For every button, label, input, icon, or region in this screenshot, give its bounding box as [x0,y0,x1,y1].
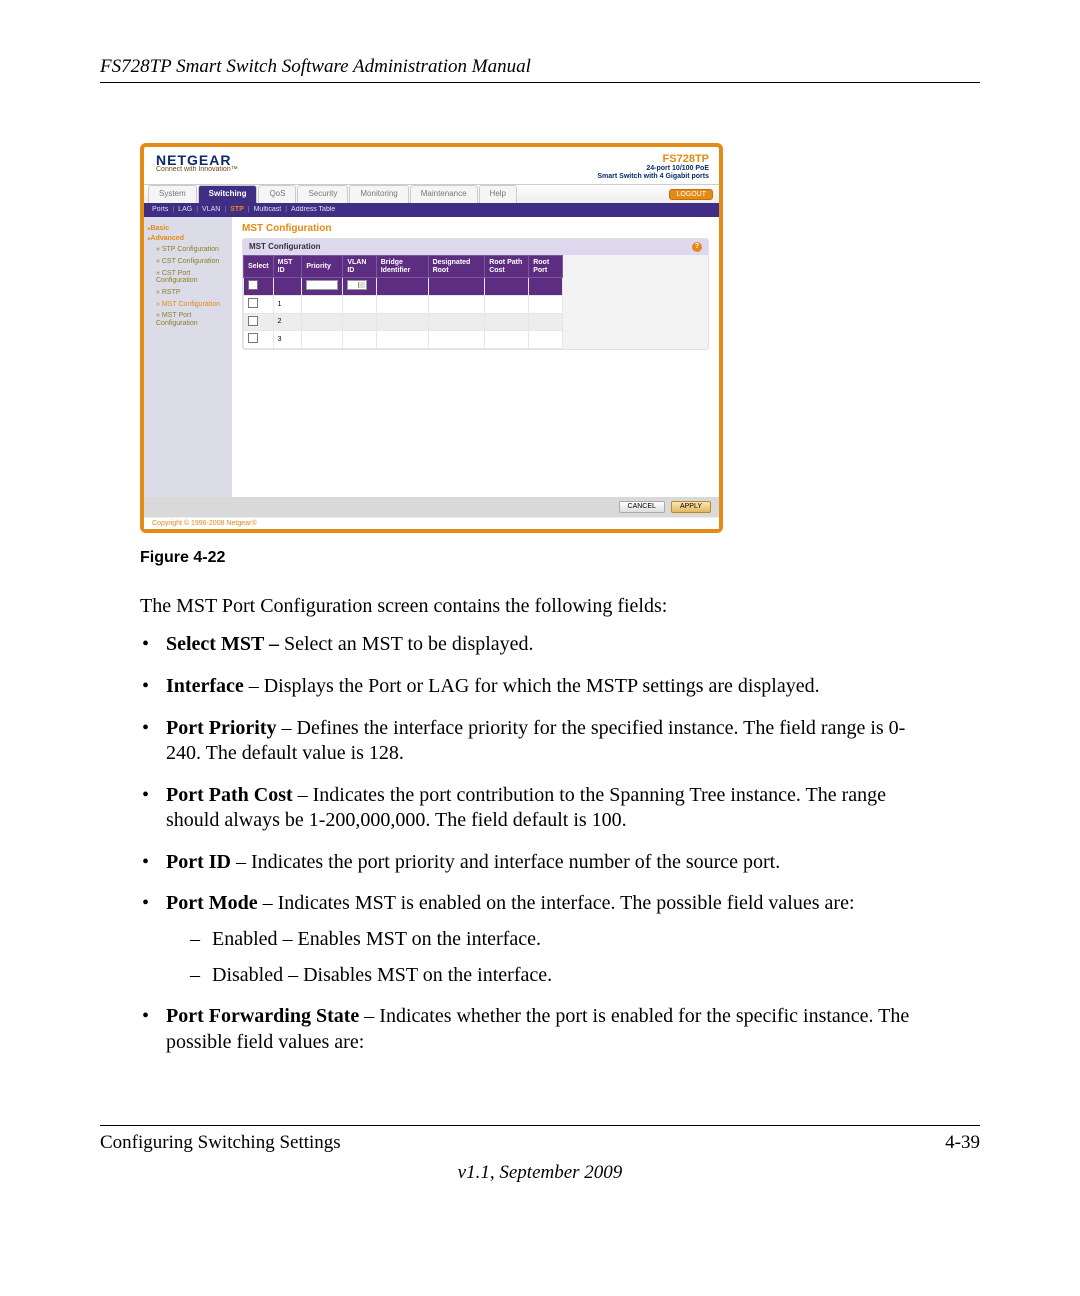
tab-maintenance[interactable]: Maintenance [410,185,478,203]
list-item: Port Forwarding State – Indicates whethe… [140,1004,940,1055]
sidebar-item-stp-config[interactable]: » STP Configuration [148,244,228,256]
model-desc-1: 24-port 10/100 PoE [597,165,709,173]
sidebar: Basic Advanced » STP Configuration » CST… [144,217,232,497]
sidebar-item-cst-config[interactable]: » CST Configuration [148,256,228,268]
app-screenshot: NETGEAR Connect with Innovation™ FS728TP… [140,143,723,533]
doc-header: FS728TP Smart Switch Software Administra… [100,56,980,83]
cancel-button[interactable]: CANCEL [619,501,665,513]
row-checkbox[interactable] [248,298,258,308]
col-mst-id: MST ID [273,255,302,277]
figure-caption: Figure 4-22 [140,549,980,567]
apply-button[interactable]: APPLY [671,501,711,513]
tab-security[interactable]: Security [297,185,348,203]
table-row: 3 [244,331,563,349]
col-select: Select [244,255,274,277]
col-root-path-cost: Root Path Cost [485,255,529,277]
list-item: Select MST – Select an MST to be display… [140,632,940,658]
sidebar-group-advanced[interactable]: Advanced [148,235,228,243]
col-designated-root: Designated Root [428,255,485,277]
main-tabs: System Switching QoS Security Monitoring… [144,184,719,203]
col-priority: Priority [302,255,343,277]
list-item: Port Mode – Indicates MST is enabled on … [140,891,940,988]
sidebar-item-rstp[interactable]: » RSTP [148,287,228,299]
col-root-port: Root Port [529,255,563,277]
list-item: Port Path Cost – Indicates the port cont… [140,783,940,834]
section-title: MST Configuration [242,223,709,234]
subtab-lag[interactable]: LAG [178,206,192,214]
copyright-text: Copyright © 1996-2008 Netgear® [144,517,719,530]
tab-monitoring[interactable]: Monitoring [349,185,408,203]
footer-right: 4-39 [945,1132,980,1154]
table-row: 2 [244,313,563,331]
priority-input[interactable] [306,280,338,290]
brand-tagline: Connect with Innovation™ [156,166,238,174]
tab-system[interactable]: System [148,185,197,203]
sidebar-item-mst-config[interactable]: » MST Configuration [148,299,228,311]
sidebar-item-mst-port-config[interactable]: » MST Port Configuration [148,310,228,329]
tab-switching[interactable]: Switching [198,185,258,203]
subtab-vlan[interactable]: VLAN [202,206,220,214]
sidebar-item-cst-port-config[interactable]: » CST Port Configuration [148,268,228,287]
logout-button[interactable]: LOGOUT [669,189,713,201]
sub-list-item: Disabled – Disables MST on the interface… [190,963,940,989]
table-input-row [244,278,563,296]
sub-list-item: Enabled – Enables MST on the interface. [190,927,940,953]
list-item: Interface – Displays the Port or LAG for… [140,674,940,700]
footer-left: Configuring Switching Settings [100,1132,341,1154]
col-vlan-id: VLAN ID [343,255,376,277]
sidebar-group-basic[interactable]: Basic [148,225,228,233]
cell-mst-id: 2 [273,313,302,331]
row-checkbox[interactable] [248,333,258,343]
col-bridge-identifier: Bridge Identifier [376,255,428,277]
cell-mst-id: 3 [273,331,302,349]
sub-tabs: Ports| LAG| VLAN| STP| Multicast| Addres… [144,203,719,217]
subtab-address-table[interactable]: Address Table [291,206,335,214]
footer-version: v1.1, September 2009 [100,1162,980,1184]
subtab-stp[interactable]: STP [230,206,244,214]
list-item: Port ID – Indicates the port priority an… [140,850,940,876]
mst-table: Select MST ID Priority VLAN ID Bridge Id… [243,255,563,349]
table-row: 1 [244,296,563,314]
list-item: Port Priority – Defines the interface pr… [140,716,940,767]
select-all-checkbox[interactable] [248,280,258,290]
subtab-multicast[interactable]: Multicast [254,206,282,214]
field-list: Select MST – Select an MST to be display… [140,632,940,1055]
row-checkbox[interactable] [248,316,258,326]
model-name: FS728TP [597,153,709,165]
subtab-ports[interactable]: Ports [152,206,168,214]
tab-help[interactable]: Help [479,185,517,203]
vlan-id-select[interactable] [347,280,367,290]
model-desc-2: Smart Switch with 4 Gigabit ports [597,173,709,181]
lead-text: The MST Port Configuration screen contai… [140,595,980,618]
table-title: MST Configuration [249,243,321,252]
cell-mst-id: 1 [273,296,302,314]
help-icon[interactable]: ? [692,242,702,252]
tab-qos[interactable]: QoS [258,185,296,203]
